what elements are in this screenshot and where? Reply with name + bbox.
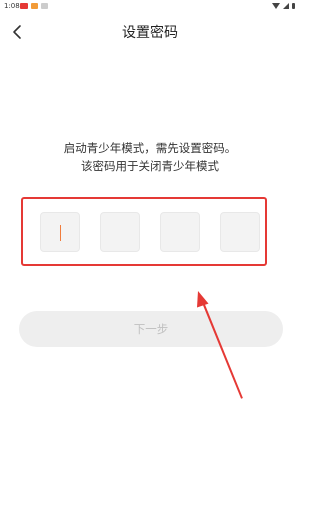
next-step-button[interactable]: 下一步 — [19, 311, 283, 347]
text-caret — [60, 225, 61, 241]
status-time: 1:08 — [4, 2, 20, 10]
status-bar: 1:08 — [0, 0, 300, 14]
status-indicators — [272, 3, 295, 9]
signal-icon — [283, 3, 289, 9]
password-digit-1[interactable] — [40, 212, 80, 252]
password-digit-4[interactable] — [220, 212, 260, 252]
password-digit-2[interactable] — [100, 212, 140, 252]
annotation-arrow — [197, 291, 243, 399]
wifi-icon — [272, 3, 280, 9]
battery-icon — [292, 3, 295, 9]
status-app-icons — [20, 3, 48, 9]
page-title: 设置密码 — [122, 25, 178, 41]
instruction-subtext: 该密码用于关闭青少年模式 — [81, 159, 219, 173]
password-digit-3[interactable] — [160, 212, 200, 252]
notification-app-icon — [31, 3, 38, 9]
notification-app-icon — [20, 3, 28, 9]
notification-app-icon — [41, 3, 48, 9]
instruction-text: 启动青少年模式，需先设置密码。 — [63, 141, 237, 155]
